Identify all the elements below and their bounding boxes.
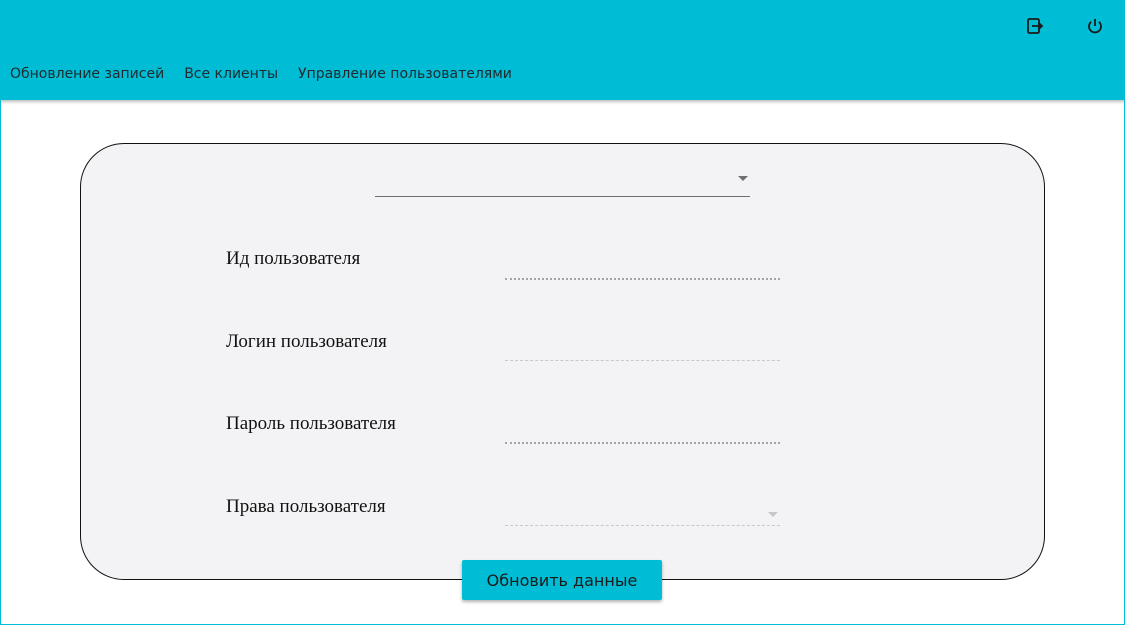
- user-login-label: Логин пользователя: [226, 331, 387, 352]
- nav-all-clients[interactable]: Все клиенты: [184, 66, 278, 82]
- user-password-input[interactable]: [505, 418, 780, 444]
- user-rights-label: Права пользователя: [226, 496, 386, 517]
- dropdown-arrow-icon: [738, 176, 748, 181]
- user-password-label: Пароль пользователя: [226, 413, 396, 434]
- logout-button[interactable]: [1022, 13, 1048, 39]
- power-icon: [1088, 19, 1102, 34]
- logout-icon: [1027, 18, 1044, 34]
- nav-update-records[interactable]: Обновление записей: [10, 66, 164, 82]
- user-id-input[interactable]: [505, 254, 780, 280]
- user-select-dropdown[interactable]: [375, 168, 750, 197]
- user-login-input[interactable]: [505, 336, 780, 361]
- user-rights-select[interactable]: [505, 501, 780, 526]
- update-data-button[interactable]: Обновить данные: [462, 560, 662, 600]
- nav-user-management[interactable]: Управление пользователями: [298, 66, 512, 82]
- power-button[interactable]: [1082, 13, 1108, 39]
- rights-dropdown-arrow-icon: [768, 512, 778, 517]
- top-app-bar: Обновление записей Все клиенты Управлени…: [0, 0, 1125, 100]
- main-nav: Обновление записей Все клиенты Управлени…: [10, 66, 512, 82]
- user-id-label: Ид пользователя: [226, 248, 361, 269]
